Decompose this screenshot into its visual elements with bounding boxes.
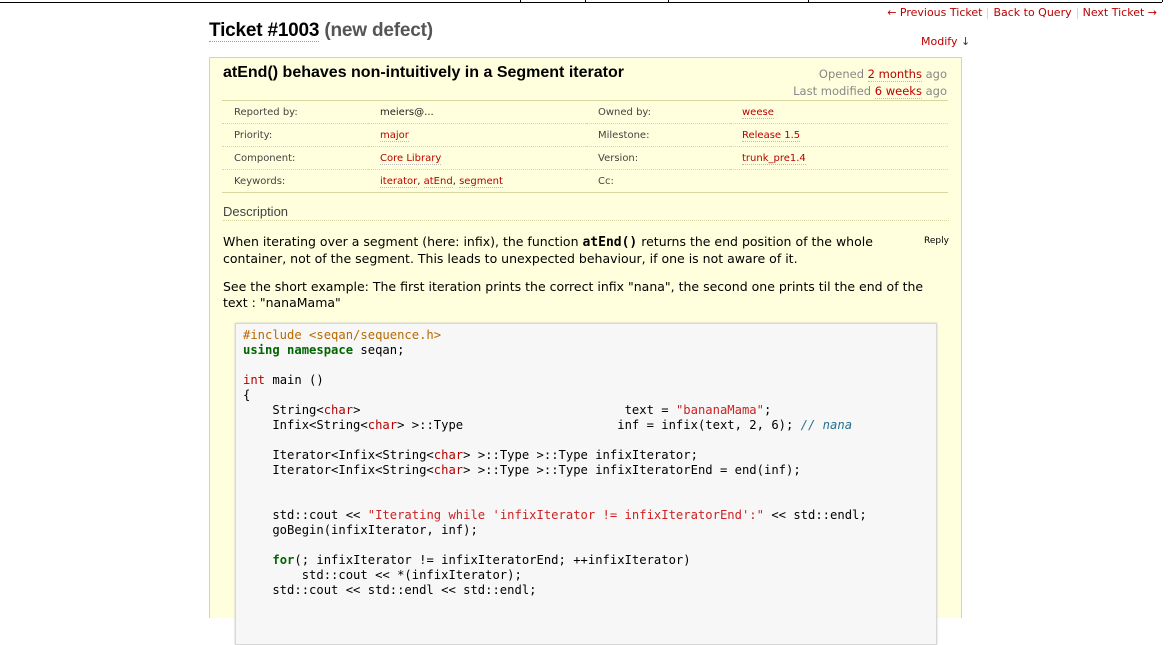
keywords-value: iterator, atEnd, segment [368, 169, 586, 193]
code-line: { [243, 388, 251, 402]
keyword-separator: , [417, 175, 421, 187]
code-keyword: for [272, 553, 295, 567]
version-link[interactable]: trunk_pre1.4 [742, 152, 806, 165]
code-block: #include <seqan/sequence.h> using namesp… [235, 323, 937, 645]
code-type: char [433, 448, 464, 462]
top-menu-bar [0, 0, 1163, 3]
code-line: > >::Type >::Type infixIterator; [463, 448, 698, 462]
description-text: When iterating over a segment (here: inf… [223, 234, 583, 249]
code-line: seqan; [353, 343, 405, 357]
ticket-properties: Reported by: meiers@... Owned by: weese … [222, 100, 948, 193]
milestone-link[interactable]: Release 1.5 [742, 129, 801, 142]
property-row: Priority: major Milestone: Release 1.5 [222, 123, 948, 147]
reported-by-value: meiers@... [380, 106, 434, 118]
code-type: char [323, 403, 354, 417]
code-line: > >::Type >::Type infixIteratorEnd = end… [463, 463, 801, 477]
code-string: "Iterating while 'infixIterator != infix… [367, 508, 764, 522]
inline-code: atEnd() [582, 235, 638, 250]
menu-divider [1162, 0, 1163, 2]
ticket-navigation: ← Previous Ticket Back to Query Next Ticke… [882, 6, 1162, 19]
code-line: (; infixIterator != infixIteratorEnd; ++… [294, 553, 691, 567]
back-to-query-link[interactable]: Back to Query [988, 6, 1076, 19]
code-type: char [367, 418, 398, 432]
modified-suffix: ago [925, 83, 947, 98]
code-line: goBegin(infixIterator, inf); [243, 523, 478, 537]
menu-divider [520, 0, 521, 2]
priority-value: major [368, 123, 586, 147]
owned-by-value: weese [730, 101, 948, 124]
previous-ticket-link[interactable]: ← Previous Ticket [882, 6, 987, 19]
opened-date: Opened 2 months ago [793, 66, 947, 83]
code-line: Iterator<Infix<String< [243, 463, 434, 477]
keyword-separator: , [452, 175, 456, 187]
keyword-link[interactable]: segment [459, 175, 503, 188]
ticket-summary: atEnd() behaves non-intuitively in a Seg… [223, 64, 624, 81]
description-paragraph: See the short example: The first iterati… [223, 279, 924, 310]
menu-divider [668, 0, 669, 2]
milestone-value: Release 1.5 [730, 123, 948, 147]
modified-date: Last modified 6 weeks ago [793, 83, 947, 100]
priority-label: Priority: [222, 123, 368, 147]
ticket-number[interactable]: Ticket #1003 [209, 20, 319, 42]
reported-by-label: Reported by: [234, 106, 298, 118]
code-line: > text = [353, 403, 676, 417]
owner-link[interactable]: weese [742, 106, 774, 119]
code-line: << std::endl; [763, 508, 867, 522]
keywords-label: Keywords: [222, 169, 368, 193]
property-row: Keywords: iterator, atEnd, segment Cc: [222, 169, 948, 193]
component-link[interactable]: Core Library [380, 152, 442, 165]
owned-by-label: Owned by: [598, 106, 651, 118]
code-line: std::cout << std::endl << std::endl; [243, 583, 537, 597]
code-line: Infix<String< [243, 418, 368, 432]
menu-divider [808, 0, 809, 2]
modified-timeline-link[interactable]: 6 weeks [874, 83, 922, 99]
cc-label: Cc: [586, 169, 730, 193]
code-line: #include <seqan/sequence.h> [243, 328, 442, 342]
code-line: ; [764, 403, 772, 417]
arrow-down-icon: ↓ [960, 35, 971, 48]
opened-prefix: Opened [818, 67, 864, 81]
version-value: trunk_pre1.4 [730, 146, 948, 170]
component-label: Component: [222, 146, 368, 170]
opened-timeline-link[interactable]: 2 months [867, 67, 922, 82]
code-content: #include <seqan/sequence.h> using namesp… [236, 324, 936, 598]
menu-divider [585, 0, 586, 2]
code-line: std::cout << *(infixIterator); [243, 568, 522, 582]
next-ticket-link[interactable]: Next Ticket → [1078, 6, 1162, 19]
priority-link[interactable]: major [380, 129, 409, 142]
opened-suffix: ago [925, 67, 947, 81]
ticket-dates: Opened 2 months ago Last modified 6 week… [793, 66, 947, 99]
keyword-link[interactable]: iterator [380, 175, 418, 188]
code-type: char [433, 463, 464, 477]
version-label: Version: [586, 146, 730, 170]
modify-label[interactable]: Modify [921, 35, 957, 48]
property-row: Reported by: meiers@... Owned by: weese [222, 101, 948, 124]
cc-value [730, 169, 948, 193]
code-type: int [243, 373, 266, 387]
modified-prefix: Last modified [793, 83, 872, 98]
description-heading: Description [223, 204, 949, 221]
page-title: Ticket #1003 (new defect) [209, 20, 433, 42]
code-line: std::cout << [243, 508, 368, 522]
reply-button[interactable]: Reply [924, 236, 949, 246]
code-line: main () [265, 373, 324, 387]
component-value: Core Library [368, 146, 586, 170]
description-paragraph: When iterating over a segment (here: inf… [223, 234, 923, 267]
code-line: Iterator<Infix<String< [243, 448, 434, 462]
code-comment: // nana [800, 418, 853, 432]
code-keyword: namespace [287, 343, 354, 357]
code-string: "bananaMama" [675, 403, 764, 417]
keyword-link[interactable]: atEnd [423, 175, 453, 188]
ticket-status: (new defect) [324, 20, 433, 41]
property-row: Component: Core Library Version: trunk_p… [222, 146, 948, 170]
code-keyword: using [243, 343, 280, 357]
modify-link[interactable]: Modify ↓ [921, 35, 970, 48]
milestone-label: Milestone: [586, 123, 730, 147]
code-line: > >::Type inf = infix(text, 2, 6); [397, 418, 801, 432]
code-line: String< [243, 403, 324, 417]
ticket-box: atEnd() behaves non-intuitively in a Seg… [209, 57, 962, 645]
